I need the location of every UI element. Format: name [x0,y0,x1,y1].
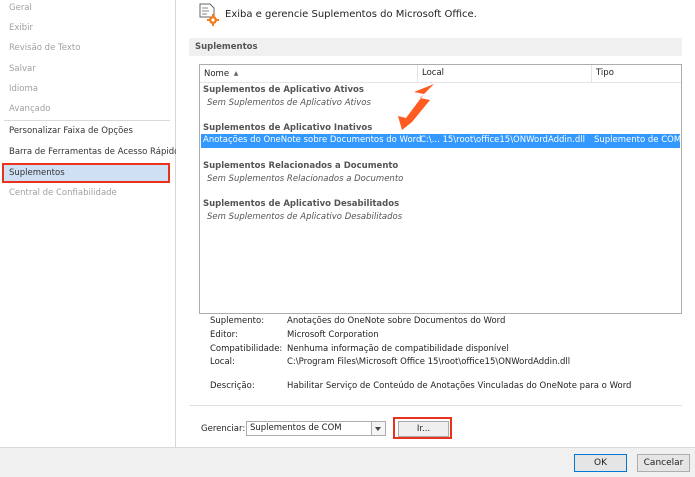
detail-value-local: C:\Program Files\Microsoft Office 15\roo… [287,357,571,367]
addins-list[interactable]: Nome ▲ Local Tipo Suplementos de Aplicat… [199,64,682,314]
column-header-nome[interactable]: Nome ▲ [200,65,418,82]
cancel-button[interactable]: Cancelar [637,454,690,472]
empty-group-text: Sem Suplementos Relacionados a Documento [207,174,404,184]
row-type: Suplemento de COM [594,135,682,145]
sort-ascending-icon: ▲ [233,70,239,77]
sidebar-item-suplementos[interactable]: Suplementos [2,163,170,183]
group-header: Suplementos de Aplicativo Inativos [203,123,373,133]
empty-group-text: Sem Suplementos de Aplicativo Desabilita… [207,212,403,222]
chevron-down-icon[interactable] [371,422,385,435]
column-header-tipo[interactable]: Tipo [592,65,681,82]
row-location: C:\... 15\root\office15\ONWordAddin.dll [420,135,585,145]
go-button[interactable]: Ir... [398,421,449,437]
column-header-local[interactable]: Local [418,65,592,82]
sidebar-item-salvar[interactable]: Salvar [0,59,174,79]
sidebar-item-exibir[interactable]: Exibir [0,18,174,38]
detail-label-editor: Editor: [210,330,238,340]
dialog-footer: OK Cancelar [0,447,695,477]
ok-button[interactable]: OK [574,454,627,472]
header-description: Exiba e gerencie Suplementos do Microsof… [225,9,477,20]
sidebar-item-avancado[interactable]: Avançado [0,99,174,119]
sidebar-item-geral[interactable]: Geral [0,0,174,18]
sidebar-item-idioma[interactable]: Idioma [0,79,174,99]
row-name: Anotações do OneNote sobre Documentos do… [203,135,422,145]
divider [189,405,682,406]
detail-value-compatibilidade: Nenhuma informação de compatibilidade di… [287,344,509,354]
annotation-arrow-icon [398,84,434,130]
header-divider [200,82,681,83]
go-button-highlight: Ir... [393,417,452,439]
detail-label-compatibilidade: Compatibilidade: [210,344,283,354]
empty-group-text: Sem Suplementos de Aplicativo Ativos [207,98,371,108]
sidebar-item-central-confiabilidade[interactable]: Central de Confiabilidade [0,183,174,203]
addins-gear-icon [199,3,219,26]
section-title: Suplementos [195,42,258,52]
detail-value-suplemento: Anotações do OneNote sobre Documentos do… [287,316,506,326]
group-header: Suplementos de Aplicativo Ativos [203,85,364,95]
manage-label: Gerenciar: [201,424,246,434]
group-header: Suplementos de Aplicativo Desabilitados [203,199,400,209]
column-label-nome: Nome [204,69,230,79]
detail-label-local: Local: [210,357,235,367]
table-row-selected[interactable]: Anotações do OneNote sobre Documentos do… [201,134,682,148]
sidebar-item-revisao[interactable]: Revisão de Texto [0,38,174,58]
group-header: Suplementos Relacionados a Documento [203,161,399,171]
detail-label-descricao: Descrição: [210,381,255,391]
options-sidebar: Geral Exibir Revisão de Texto Salvar Idi… [0,0,179,447]
manage-select-value: Suplementos de COM [250,423,342,433]
detail-value-editor: Microsoft Corporation [287,330,379,340]
sidebar-item-barra-acesso-rapido[interactable]: Barra de Ferramentas de Acesso Rápido [0,142,179,162]
sidebar-item-personalizar-faixa[interactable]: Personalizar Faixa de Opções [0,121,174,141]
section-header: Suplementos [189,38,682,56]
detail-label-suplemento: Suplemento: [210,316,265,326]
detail-value-descricao: Habilitar Serviço de Conteúdo de Anotaçõ… [287,381,632,391]
manage-select[interactable]: Suplementos de COM [246,421,386,436]
